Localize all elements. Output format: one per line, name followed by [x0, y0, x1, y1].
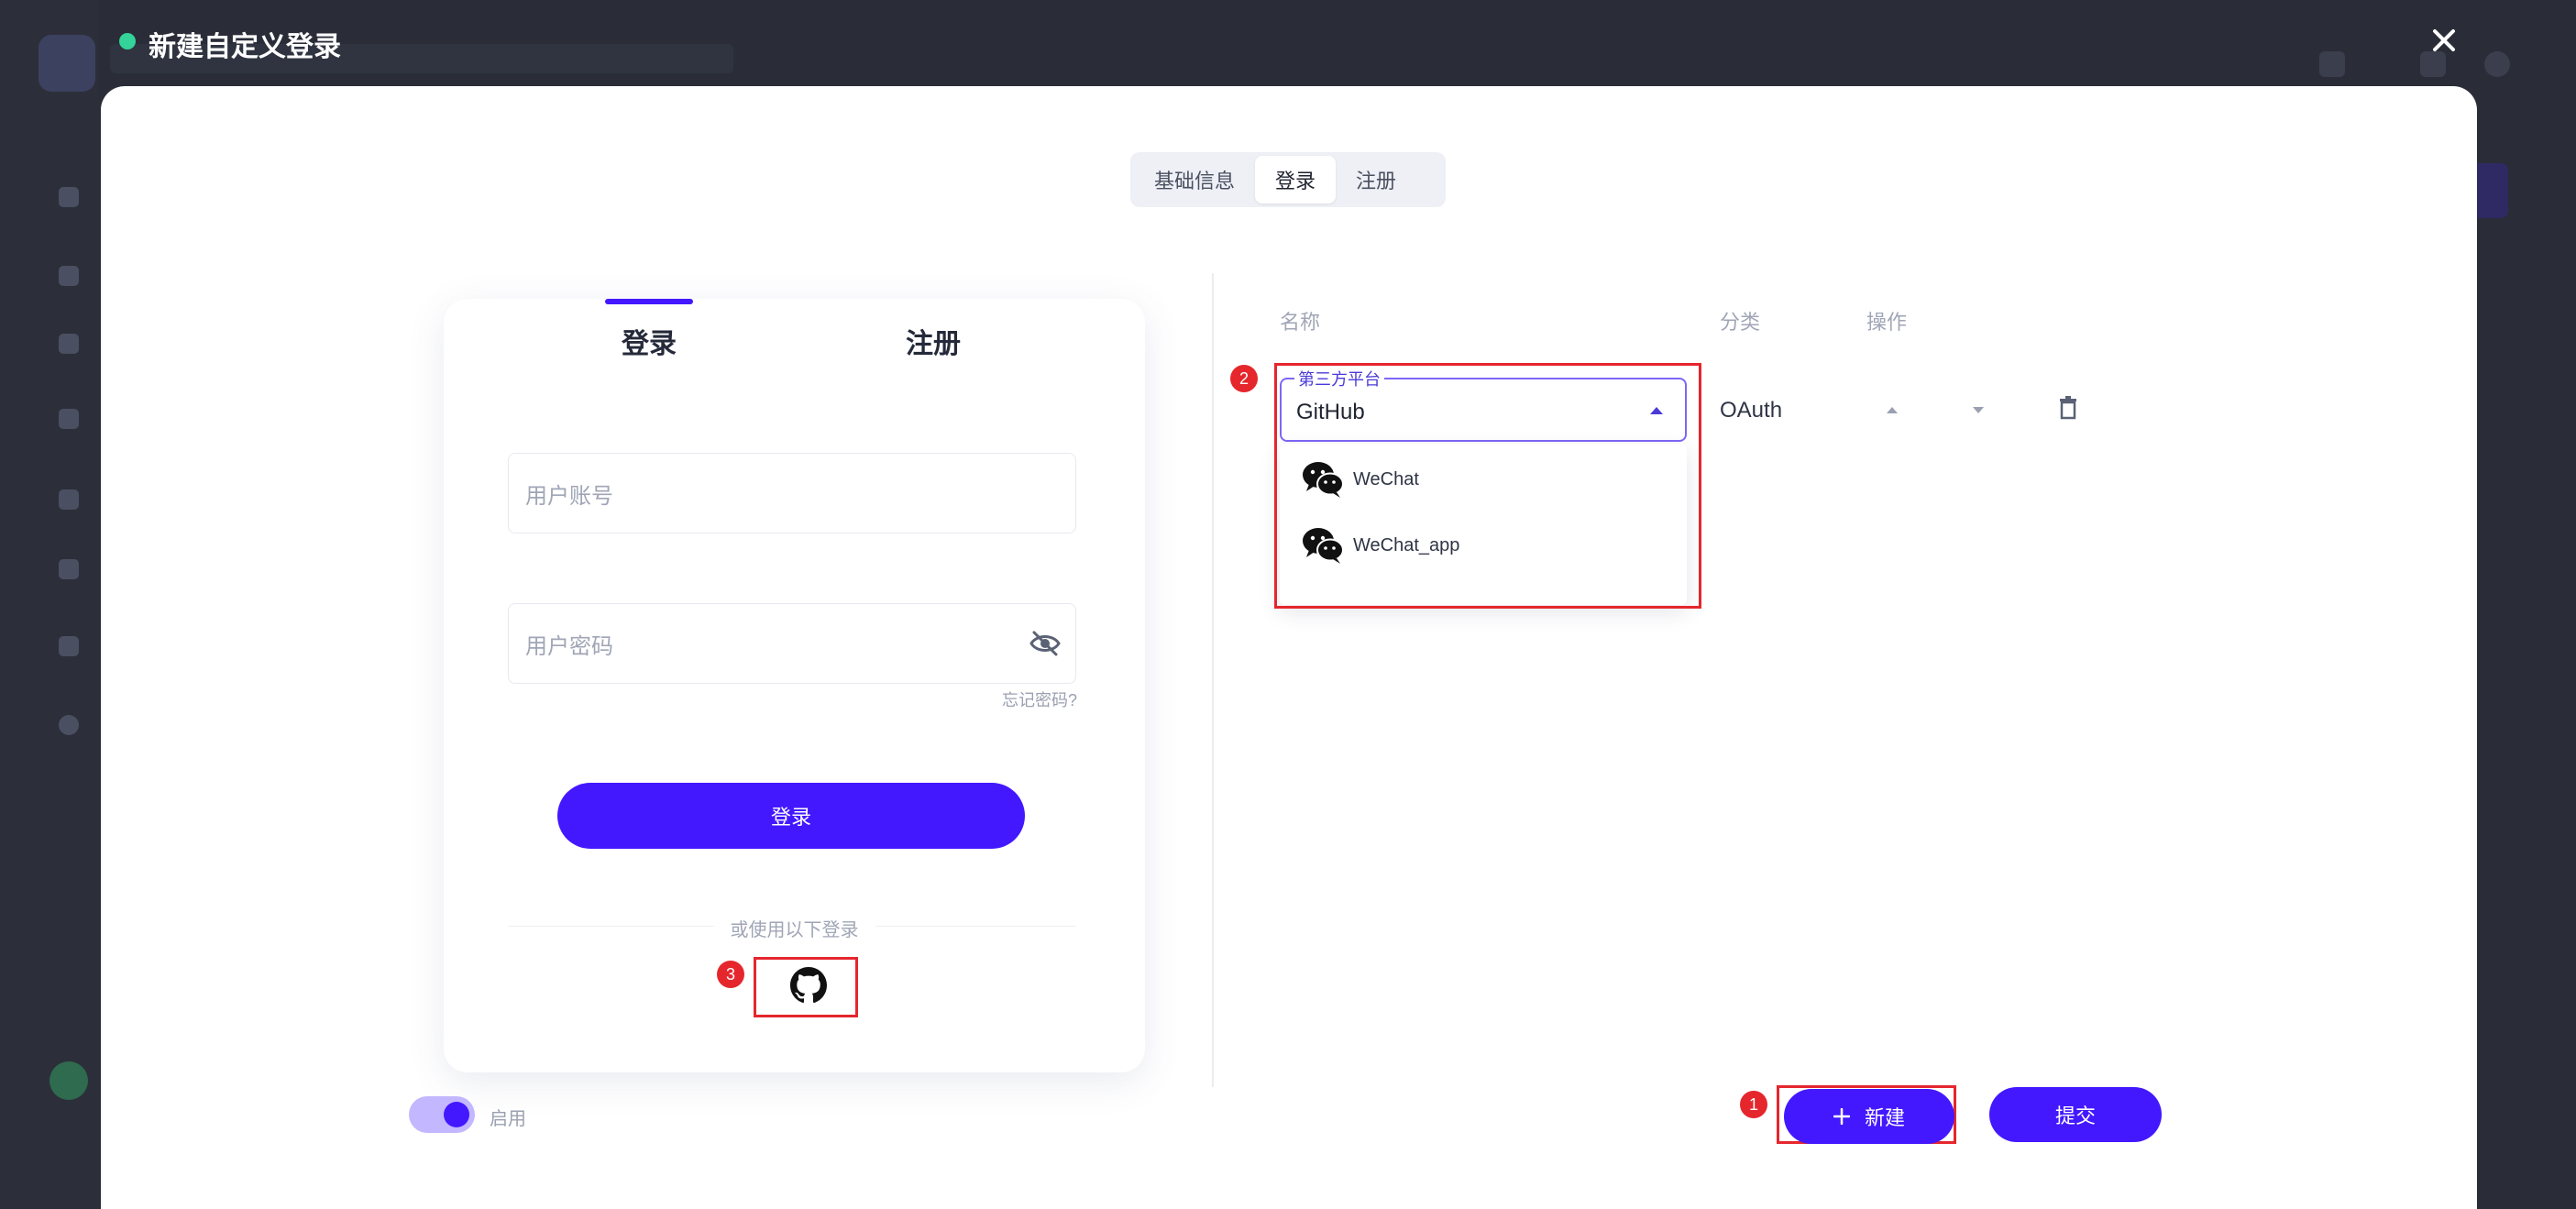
- enable-toggle[interactable]: [409, 1096, 475, 1133]
- nav-user-icon: [59, 187, 79, 207]
- password-input[interactable]: 用户密码: [508, 603, 1076, 684]
- section-tabs: 基础信息 登录 注册: [1130, 152, 1446, 207]
- enable-toggle-label: 启用: [490, 1109, 526, 1129]
- status-dot: [119, 33, 136, 49]
- annotation-badge-1: 1: [1740, 1091, 1767, 1118]
- move-down-icon[interactable]: [1973, 407, 1984, 413]
- account-input[interactable]: 用户账号: [508, 453, 1076, 533]
- annotation-badge-3: 3: [717, 961, 744, 988]
- delete-icon[interactable]: [2059, 396, 2077, 420]
- toggle-knob: [444, 1102, 469, 1127]
- login-button[interactable]: 登录: [557, 783, 1025, 849]
- eye-off-icon[interactable]: [1029, 630, 1061, 657]
- column-header-category: 分类: [1720, 311, 1761, 334]
- annotation-badge-2: 2: [1230, 365, 1258, 392]
- nav-home-icon: [59, 559, 79, 579]
- nav-storage-icon: [59, 636, 79, 656]
- app-logo: [39, 35, 95, 92]
- nav-settings-icon: [59, 715, 79, 735]
- tab-basic-info[interactable]: 基础信息: [1134, 156, 1255, 203]
- background-user-avatar: [50, 1061, 88, 1100]
- nav-tree-icon: [59, 409, 79, 429]
- background-doc-icon: [2319, 51, 2345, 77]
- tab-login[interactable]: 登录: [1255, 156, 1337, 203]
- password-placeholder: 用户密码: [525, 633, 613, 659]
- move-up-icon[interactable]: [1887, 407, 1898, 413]
- annotation-box-2: [1274, 363, 1701, 609]
- column-header-name: 名称: [1280, 311, 1321, 334]
- close-icon: [2433, 29, 2455, 51]
- plus-icon: [1833, 1108, 1850, 1125]
- active-tab-indicator: [605, 299, 693, 304]
- vertical-divider: [1212, 273, 1214, 1087]
- tab-register[interactable]: 注册: [1336, 156, 1416, 203]
- alt-login-label: 或使用以下登录: [444, 915, 1145, 941]
- nav-shield-icon: [59, 266, 79, 286]
- forgot-password-link[interactable]: 忘记密码?: [1002, 687, 1077, 711]
- preview-tab-register[interactable]: 注册: [906, 321, 961, 361]
- nav-login-icon: [59, 489, 79, 510]
- column-header-actions: 操作: [1866, 311, 1908, 334]
- annotation-box-3: [754, 957, 858, 1017]
- preview-tab-login[interactable]: 登录: [622, 321, 677, 361]
- submit-button[interactable]: 提交: [1989, 1087, 2162, 1142]
- new-button[interactable]: 新建: [1784, 1089, 1954, 1144]
- background-sidebar: [0, 0, 99, 1209]
- modal-title: 新建自定义登录: [149, 32, 341, 62]
- close-button[interactable]: [2426, 22, 2462, 59]
- background-avatar: [2484, 51, 2510, 77]
- category-value: OAuth: [1720, 398, 1783, 423]
- new-button-label: 新建: [1864, 1106, 1905, 1129]
- nav-users-icon: [59, 334, 79, 354]
